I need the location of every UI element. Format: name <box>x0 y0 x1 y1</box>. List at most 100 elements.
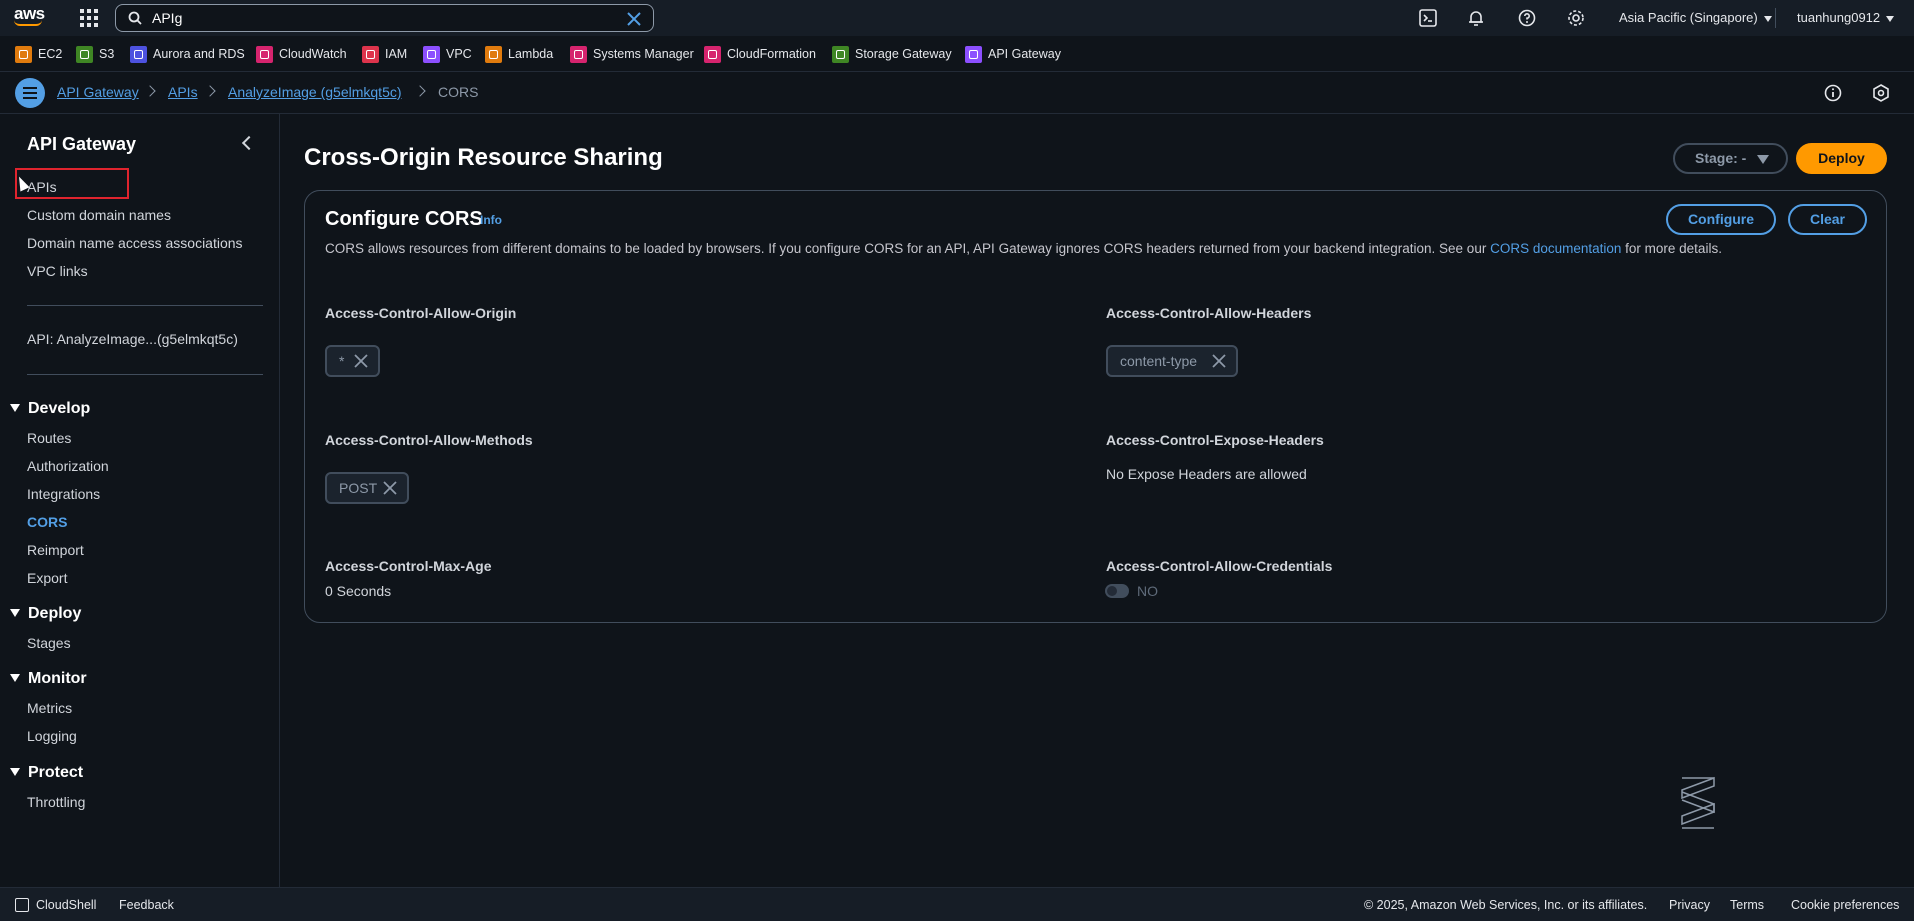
info-link[interactable]: Info <box>480 213 502 227</box>
favorite-storage-gateway[interactable]: Storage Gateway <box>832 45 952 63</box>
sidebar-item-routes[interactable]: Routes <box>27 430 71 446</box>
account-menu[interactable]: tuanhung0912 <box>1797 10 1895 25</box>
sidebar-item-export[interactable]: Export <box>27 570 67 586</box>
breadcrumb-api-gateway[interactable]: API Gateway <box>57 84 139 100</box>
sidebar-item-reimport[interactable]: Reimport <box>27 542 84 558</box>
remove-token-icon[interactable] <box>383 481 397 495</box>
search-box <box>115 4 654 32</box>
footer-privacy[interactable]: Privacy <box>1669 898 1710 912</box>
sidebar-item-integrations[interactable]: Integrations <box>27 486 100 502</box>
region-selector[interactable]: Asia Pacific (Singapore) <box>1619 10 1772 25</box>
vpc-service-icon <box>423 45 440 63</box>
sidebar-item-cors[interactable]: CORS <box>27 514 67 530</box>
favorite-cloudwatch[interactable]: CloudWatch <box>256 45 347 63</box>
favorite-lambda[interactable]: Lambda <box>485 45 553 63</box>
services-grid-icon[interactable] <box>80 9 98 27</box>
max-age-label: Access-Control-Max-Age <box>325 558 492 574</box>
chevron-down-icon <box>1763 15 1772 22</box>
allow-credentials-label: Access-Control-Allow-Credentials <box>1106 558 1333 574</box>
favorite-api-gateway[interactable]: API Gateway <box>965 45 1061 63</box>
footer-terms[interactable]: Terms <box>1730 898 1764 912</box>
remove-token-icon[interactable] <box>354 354 368 368</box>
sidebar-item-authorization[interactable]: Authorization <box>27 458 109 474</box>
sidebar-item-metrics[interactable]: Metrics <box>27 700 72 716</box>
configure-cors-panel: Configure CORS Info Configure Clear CORS… <box>304 190 1887 623</box>
allow-headers-token: content-type <box>1106 345 1238 377</box>
collapse-sidebar-icon[interactable] <box>241 135 257 151</box>
account-username: tuanhung0912 <box>1797 10 1881 25</box>
allow-methods-value: POST <box>339 480 378 496</box>
favorite-systems-manager[interactable]: Systems Manager <box>570 45 694 63</box>
favorite-cloudformation[interactable]: CloudFormation <box>704 45 816 63</box>
favorite-aurora-rds[interactable]: Aurora and RDS <box>130 45 245 63</box>
sidebar-item-current-api[interactable]: API: AnalyzeImage...(g5elmkqt5c) <box>27 331 238 347</box>
sidebar-item-stages[interactable]: Stages <box>27 635 71 651</box>
clear-search-icon[interactable] <box>626 11 642 27</box>
decorative-logo-icon <box>1681 776 1715 829</box>
sidebar-item-vpc-links[interactable]: VPC links <box>27 263 88 279</box>
stage-selector[interactable]: Stage: - <box>1673 143 1788 174</box>
sidebar-section-protect[interactable]: Protect <box>10 764 83 782</box>
breadcrumb-current: CORS <box>438 84 479 100</box>
footer: CloudShell Feedback © 2025, Amazon Web S… <box>0 887 1914 921</box>
help-icon[interactable] <box>1518 9 1536 27</box>
cloudshell-icon[interactable] <box>1419 9 1437 27</box>
hamburger-icon <box>23 87 37 89</box>
footer-copyright: © 2025, Amazon Web Services, Inc. or its… <box>1364 898 1648 912</box>
sidebar-section-monitor[interactable]: Monitor <box>10 670 87 688</box>
cloudformation-service-icon <box>704 45 721 63</box>
sidebar-title: API Gateway <box>27 134 137 154</box>
info-panel-icon[interactable] <box>1824 84 1842 102</box>
help-panel-icon[interactable] <box>1872 84 1890 102</box>
favorite-iam[interactable]: IAM <box>362 45 407 63</box>
sidebar-section-develop[interactable]: Develop <box>10 400 90 418</box>
allow-headers-label: Access-Control-Allow-Headers <box>1106 305 1312 321</box>
notifications-bell-icon[interactable] <box>1467 9 1485 27</box>
caret-down-icon <box>10 767 20 776</box>
sidebar-item-domain-name-access-associations[interactable]: Domain name access associations <box>27 235 243 251</box>
nav-divider <box>1775 8 1776 28</box>
aws-logo-text: aws <box>14 4 45 23</box>
allow-origin-label: Access-Control-Allow-Origin <box>325 305 517 321</box>
max-age-value: 0 Seconds <box>325 583 392 599</box>
footer-cloudshell[interactable]: CloudShell <box>36 898 96 912</box>
search-icon <box>128 11 142 25</box>
allow-methods-token: POST <box>325 472 409 504</box>
clear-button[interactable]: Clear <box>1788 204 1867 235</box>
sidebar-item-logging[interactable]: Logging <box>27 728 77 744</box>
sidebar-divider <box>27 305 263 306</box>
breadcrumb-apis[interactable]: APIs <box>168 84 198 100</box>
panel-description: CORS allows resources from different dom… <box>325 241 1722 256</box>
footer-cookie-preferences[interactable]: Cookie preferences <box>1791 898 1899 912</box>
configure-button[interactable]: Configure <box>1666 204 1776 235</box>
api-gateway-service-icon <box>965 45 982 63</box>
breadcrumb-api-analyzeimage[interactable]: AnalyzeImage (g5elmkqt5c) <box>228 84 402 100</box>
favorite-vpc[interactable]: VPC <box>423 45 472 63</box>
deploy-button[interactable]: Deploy <box>1796 143 1887 174</box>
allow-credentials-value: NO <box>1137 583 1158 599</box>
systems-manager-service-icon <box>570 45 587 63</box>
top-navigation: aws Asia Pacific (Singapore) tuanhung091… <box>0 0 1914 36</box>
caret-down-icon <box>10 608 20 617</box>
caret-down-icon <box>10 403 20 412</box>
footer-feedback[interactable]: Feedback <box>119 898 174 912</box>
cloudshell-icon[interactable] <box>15 898 29 912</box>
aws-logo[interactable]: aws <box>14 4 48 30</box>
allow-origin-value: * <box>339 353 345 369</box>
settings-gear-icon[interactable] <box>1567 9 1585 27</box>
allow-origin-token: * <box>325 345 380 377</box>
side-navigation-toggle[interactable] <box>15 78 45 108</box>
sidebar-section-deploy[interactable]: Deploy <box>10 605 81 623</box>
ec2-service-icon <box>15 45 32 63</box>
caret-down-icon <box>1757 155 1769 164</box>
region-label: Asia Pacific (Singapore) <box>1619 10 1758 25</box>
sidebar-item-throttling[interactable]: Throttling <box>27 794 85 810</box>
search-input[interactable] <box>152 9 612 27</box>
chevron-right-icon <box>144 85 156 97</box>
remove-token-icon[interactable] <box>1212 354 1226 368</box>
favorite-ec2[interactable]: EC2 <box>15 45 62 63</box>
chevron-right-icon <box>414 85 426 97</box>
sidebar-item-custom-domain-names[interactable]: Custom domain names <box>27 207 171 223</box>
cors-documentation-link[interactable]: CORS documentation <box>1490 241 1621 256</box>
favorite-s3[interactable]: S3 <box>76 45 114 63</box>
